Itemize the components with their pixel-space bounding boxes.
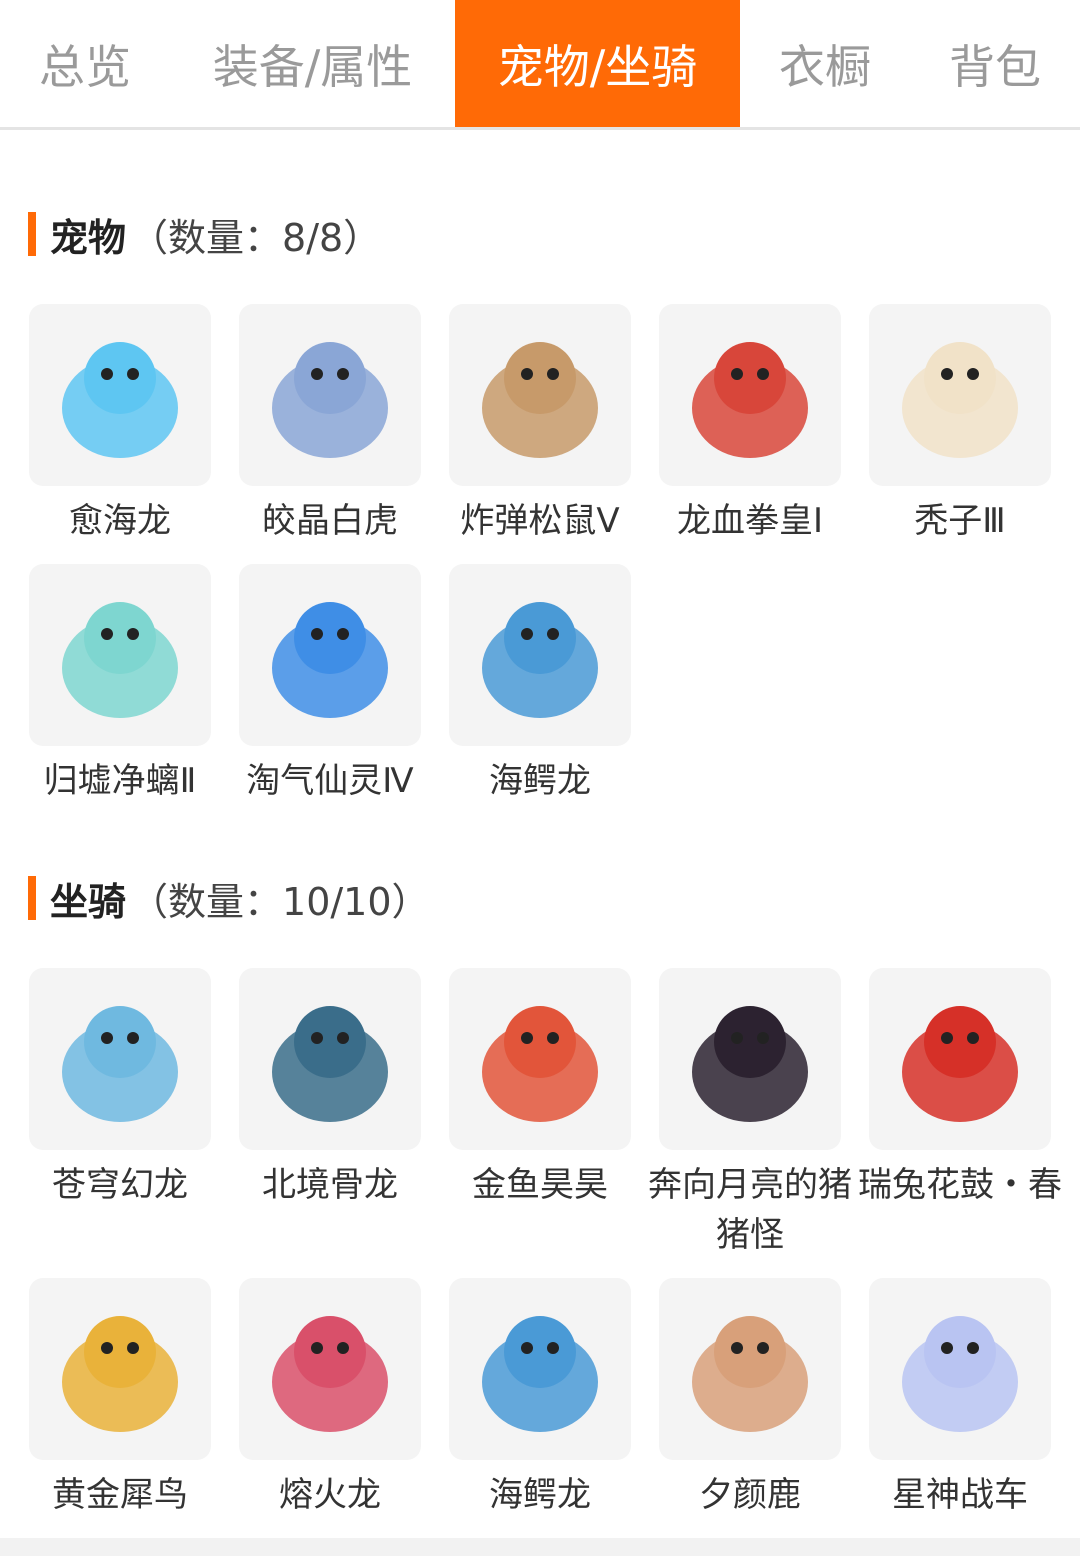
rabbit-drum-icon[interactable] — [869, 968, 1051, 1150]
pets-item-label: 秃子Ⅲ — [914, 501, 1006, 541]
pets-item-label: 淘气仙灵Ⅳ — [246, 761, 414, 801]
white-tiger-icon[interactable] — [239, 304, 421, 486]
pets-item-label: 皎晶白虎 — [262, 501, 398, 541]
bone-dragon-icon[interactable] — [239, 968, 421, 1150]
pets-item[interactable]: 皎晶白虎 — [239, 304, 421, 546]
mounts-item-label: 星神战车 — [892, 1475, 1028, 1515]
mounts-item-label: 海鳄龙 — [489, 1475, 591, 1515]
pets-count: （数量：8/8） — [130, 215, 382, 260]
mounts-item[interactable]: 夕颜鹿 — [659, 1278, 841, 1520]
pets-item-label: 龙血拳皇Ⅰ — [676, 501, 824, 541]
mounts-item-label: 黄金犀鸟 — [52, 1475, 188, 1515]
tab-equipment[interactable]: 装备/属性 — [170, 0, 455, 127]
mounts-item-label: 夕颜鹿 — [699, 1475, 801, 1515]
hornbill-icon[interactable] — [29, 1278, 211, 1460]
jade-dragon-icon[interactable] — [29, 564, 211, 746]
pets-title: 宠物 — [50, 215, 127, 260]
pets-item[interactable]: 龙血拳皇Ⅰ — [659, 304, 841, 546]
pets-item[interactable]: 海鳄龙 — [449, 564, 631, 806]
mounts-item[interactable]: 奔向月亮的猪猪怪 — [648, 968, 852, 1260]
pets-item[interactable]: 淘气仙灵Ⅳ — [239, 564, 421, 806]
mounts-item[interactable]: 海鳄龙 — [449, 1278, 631, 1520]
sea-dragon-icon[interactable] — [29, 304, 211, 486]
mounts-item-label: 瑞兔花鼓・春 — [858, 1165, 1062, 1205]
mounts-count: （数量：10/10） — [130, 879, 430, 924]
mounts-section-header: 坐骑 （数量：10/10） — [28, 874, 430, 924]
deer-icon[interactable] — [659, 1278, 841, 1460]
pets-item-label: 炸弹松鼠Ⅴ — [460, 501, 620, 541]
mounts-item-label: 北境骨龙 — [262, 1165, 398, 1205]
goldfish-icon[interactable] — [449, 968, 631, 1150]
mounts-item[interactable]: 苍穹幻龙 — [29, 968, 211, 1210]
bottom-divider — [0, 1538, 1080, 1556]
section-accent-bar — [28, 876, 36, 920]
mounts-item-label: 奔向月亮的猪猪怪 — [648, 1165, 852, 1255]
pets-item[interactable]: 秃子Ⅲ — [869, 304, 1051, 546]
mounts-item-label: 熔火龙 — [279, 1475, 381, 1515]
tab-bar: 总览 装备/属性 宠物/坐骑 衣橱 背包 — [0, 0, 1080, 130]
blue-pup-icon[interactable] — [239, 564, 421, 746]
section-accent-bar — [28, 212, 36, 256]
mounts-item-label: 金鱼昊昊 — [472, 1165, 608, 1205]
tab-pets-mounts[interactable]: 宠物/坐骑 — [455, 0, 740, 127]
tab-wardrobe[interactable]: 衣橱 — [740, 0, 910, 127]
pets-item[interactable]: 归墟净螭Ⅱ — [29, 564, 211, 806]
tab-overview[interactable]: 总览 — [0, 0, 170, 127]
mounts-item[interactable]: 星神战车 — [869, 1278, 1051, 1520]
bald-kid-icon[interactable] — [869, 304, 1051, 486]
pets-item[interactable]: 愈海龙 — [29, 304, 211, 546]
mounts-item-label: 苍穹幻龙 — [52, 1165, 188, 1205]
mounts-item[interactable]: 黄金犀鸟 — [29, 1278, 211, 1520]
pets-item-label: 归墟净螭Ⅱ — [43, 761, 197, 801]
mounts-item[interactable]: 瑞兔花鼓・春 — [858, 968, 1062, 1210]
sky-dragon-icon[interactable] — [29, 968, 211, 1150]
lava-dragon-icon[interactable] — [239, 1278, 421, 1460]
mounts-title: 坐骑 — [50, 879, 127, 924]
pets-item-label: 愈海龙 — [69, 501, 171, 541]
dragonblood-boxer-icon[interactable] — [659, 304, 841, 486]
pets-item-label: 海鳄龙 — [489, 761, 591, 801]
pets-section-header: 宠物 （数量：8/8） — [28, 210, 381, 260]
star-horse-icon[interactable] — [869, 1278, 1051, 1460]
pets-item[interactable]: 炸弹松鼠Ⅴ — [449, 304, 631, 546]
tab-backpack[interactable]: 背包 — [910, 0, 1080, 127]
sea-crocodile-dragon-icon[interactable] — [449, 564, 631, 746]
mounts-item[interactable]: 金鱼昊昊 — [449, 968, 631, 1210]
bomb-squirrel-icon[interactable] — [449, 304, 631, 486]
mounts-item[interactable]: 北境骨龙 — [239, 968, 421, 1210]
black-pig-icon[interactable] — [659, 968, 841, 1150]
sea-crocodile-dragon-icon[interactable] — [449, 1278, 631, 1460]
mounts-item[interactable]: 熔火龙 — [239, 1278, 421, 1520]
